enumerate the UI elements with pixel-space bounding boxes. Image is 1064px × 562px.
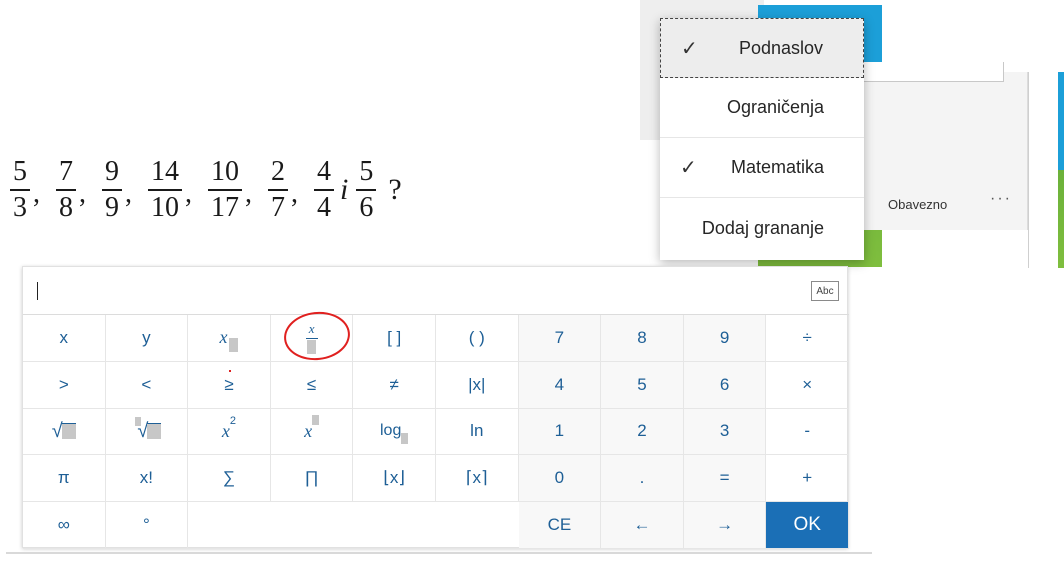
key-ceiling[interactable]: ⌈x⌉ bbox=[435, 455, 519, 503]
fraction: 14 10 bbox=[148, 158, 182, 222]
key-square-root[interactable]: √ bbox=[23, 408, 106, 456]
key-1[interactable]: 1 bbox=[518, 408, 602, 456]
key-empty-space bbox=[188, 502, 519, 549]
key-divide[interactable]: ÷ bbox=[766, 315, 849, 362]
fraction: 99 bbox=[102, 158, 122, 222]
key-nth-root[interactable]: √ bbox=[105, 408, 189, 456]
fraction: 53 bbox=[10, 158, 30, 222]
placeholder-slot-icon bbox=[135, 416, 142, 426]
math-keyboard: Abc x y x x [ ] ( ) 7 8 9 ÷ > < ≥ ≤ ≠ |x… bbox=[22, 266, 849, 549]
key-pi[interactable]: π bbox=[23, 455, 106, 503]
key-parentheses[interactable]: ( ) bbox=[435, 315, 519, 362]
key-6[interactable]: 6 bbox=[683, 361, 767, 409]
menu-item-label: Podnaslov bbox=[738, 37, 823, 58]
fraction-list: 53 , 78 , 99 , 14 10 , 10 17 , 27 , 44 i 5… bbox=[10, 150, 650, 230]
key-5[interactable]: 5 bbox=[601, 361, 684, 409]
key-multiply[interactable]: × bbox=[766, 361, 849, 409]
key-infinity[interactable]: ∞ bbox=[23, 502, 106, 549]
panel-divider bbox=[1028, 72, 1029, 268]
checkmark-icon: ✓ bbox=[681, 38, 698, 60]
question-mark: ? bbox=[388, 173, 402, 206]
key-8[interactable]: 8 bbox=[601, 315, 684, 362]
key-square-brackets[interactable]: [ ] bbox=[353, 315, 436, 362]
placeholder-slot-icon bbox=[61, 423, 76, 440]
key-2[interactable]: 2 bbox=[601, 408, 684, 456]
key-9[interactable]: 9 bbox=[683, 315, 767, 362]
checkmark-icon: ✓ bbox=[680, 157, 697, 179]
key-7[interactable]: 7 bbox=[518, 315, 602, 362]
key-0[interactable]: 0 bbox=[518, 455, 602, 503]
key-factorial[interactable]: x! bbox=[105, 455, 189, 503]
ok-button[interactable]: OK bbox=[766, 502, 849, 549]
theme-color-bar-right bbox=[1058, 72, 1064, 268]
key-y[interactable]: y bbox=[105, 315, 189, 362]
key-log[interactable]: log bbox=[353, 408, 436, 456]
menu-item-restrictions[interactable]: Ograničenja bbox=[660, 78, 864, 138]
key-not-equal[interactable]: ≠ bbox=[353, 361, 436, 409]
required-toggle-label[interactable]: Obavezno bbox=[888, 197, 947, 212]
question-input-edge[interactable] bbox=[842, 62, 1004, 82]
key-arrow-left[interactable]: ← bbox=[601, 502, 684, 549]
menu-item-subtitle[interactable]: ✓ Podnaslov bbox=[660, 18, 864, 78]
keyboard-grid: x y x x [ ] ( ) 7 8 9 ÷ > < ≥ ≤ ≠ |x| 4 … bbox=[23, 315, 849, 549]
key-subscript[interactable]: x bbox=[188, 315, 271, 362]
key-decimal-point[interactable]: . bbox=[601, 455, 684, 503]
menu-item-label: Dodaj grananje bbox=[701, 217, 824, 238]
menu-item-label: Ograničenja bbox=[726, 97, 824, 117]
key-less-than[interactable]: < bbox=[105, 361, 189, 409]
fraction: 78 bbox=[56, 158, 76, 222]
key-arrow-right[interactable]: → bbox=[683, 502, 767, 549]
key-floor[interactable]: ⌊x⌋ bbox=[353, 455, 436, 503]
key-minus[interactable]: - bbox=[766, 408, 849, 456]
more-options-icon[interactable]: ··· bbox=[990, 190, 1012, 208]
key-less-equal[interactable]: ≤ bbox=[270, 361, 354, 409]
fraction: 10 17 bbox=[208, 158, 242, 222]
key-clear-entry[interactable]: CE bbox=[518, 502, 602, 549]
fraction: 56 bbox=[356, 158, 377, 222]
menu-item-math[interactable]: ✓ Matematika bbox=[660, 138, 864, 198]
menu-item-label: Matematika bbox=[730, 157, 824, 177]
placeholder-slot-icon bbox=[147, 423, 162, 440]
conjunction: i bbox=[340, 173, 349, 206]
menu-item-add-branching[interactable]: Dodaj grananje bbox=[660, 198, 864, 258]
key-absolute[interactable]: |x| bbox=[435, 361, 519, 409]
key-square[interactable]: x2 bbox=[188, 408, 271, 456]
key-power[interactable]: x bbox=[270, 408, 354, 456]
placeholder-slot-icon bbox=[401, 433, 409, 445]
fraction: 27 bbox=[268, 158, 288, 222]
key-sum[interactable]: ∑ bbox=[188, 455, 271, 503]
key-4[interactable]: 4 bbox=[518, 361, 602, 409]
fraction: 44 bbox=[314, 158, 334, 222]
key-equals[interactable]: = bbox=[683, 455, 767, 503]
text-cursor bbox=[37, 282, 38, 300]
key-product[interactable]: ∏ bbox=[270, 455, 354, 503]
key-degree[interactable]: ° bbox=[105, 502, 189, 549]
key-greater-than[interactable]: > bbox=[23, 361, 106, 409]
more-settings-menu: ✓ Podnaslov Ograničenja ✓ Matematika Dod… bbox=[660, 18, 864, 260]
key-greater-equal[interactable]: ≥ bbox=[188, 361, 271, 409]
key-3[interactable]: 3 bbox=[683, 408, 767, 456]
key-ln[interactable]: ln bbox=[435, 408, 519, 456]
key-plus[interactable]: + bbox=[766, 455, 849, 503]
key-x[interactable]: x bbox=[23, 315, 106, 362]
abc-toggle-button[interactable]: Abc bbox=[811, 281, 839, 301]
page-divider bbox=[6, 552, 872, 554]
math-input-field[interactable]: Abc bbox=[23, 267, 849, 315]
placeholder-slot-icon bbox=[312, 414, 320, 425]
placeholder-slot-icon bbox=[229, 338, 239, 353]
